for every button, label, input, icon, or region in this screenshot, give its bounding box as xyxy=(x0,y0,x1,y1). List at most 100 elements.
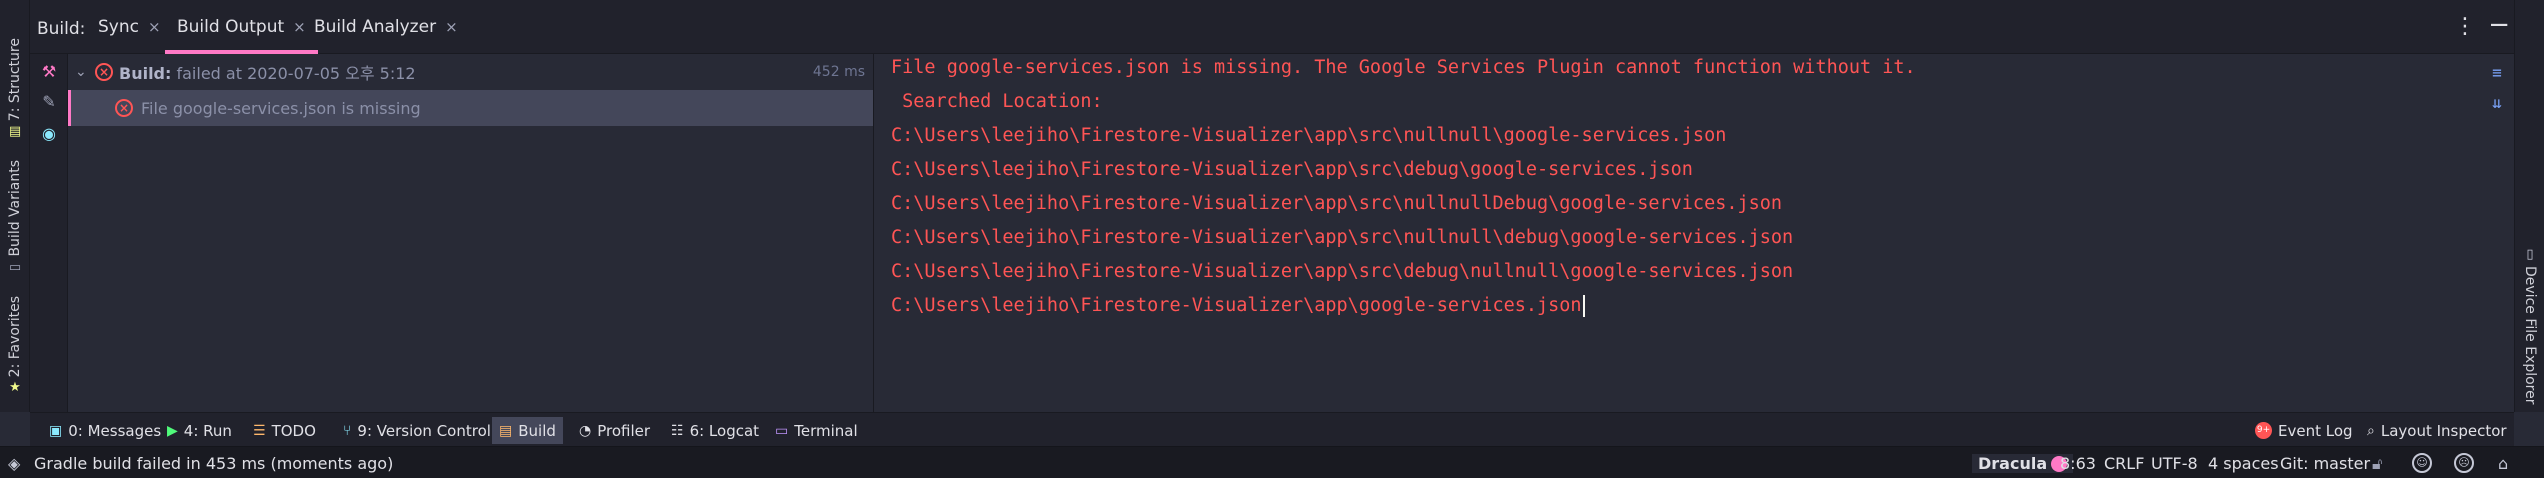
build-tool-window-tabbar: Build: Sync × Build Output × Build Analy… xyxy=(30,0,2514,54)
tab-profiler-label: Profiler xyxy=(597,421,651,440)
build-tree: ⌄ × Build: failed at 2020-07-05 오후 5:12 … xyxy=(68,54,874,412)
build-icon: ▤ xyxy=(499,422,513,439)
text-cursor xyxy=(1582,295,1585,317)
tab-terminal[interactable]: ▭ Terminal xyxy=(768,417,865,444)
soft-wrap-icon[interactable]: ≡ xyxy=(2488,64,2506,82)
structure-tool-tab[interactable]: 7: Structure ▤ xyxy=(4,38,26,143)
tab-terminal-label: Terminal xyxy=(794,421,858,440)
favorites-tab-label: 2: Favorites xyxy=(7,296,23,378)
tab-build-output-label: Build Output xyxy=(177,17,285,37)
pin-icon[interactable]: ✎ xyxy=(39,92,59,112)
tab-sync[interactable]: Sync × xyxy=(98,0,161,54)
console-line: C:\Users\leejiho\Firestore-Visualizer\ap… xyxy=(891,159,1693,180)
tab-messages-label: 0: Messages xyxy=(68,421,162,440)
structure-tab-label: 7: Structure xyxy=(7,38,23,122)
tab-build[interactable]: ▤ Build xyxy=(492,417,563,444)
tab-build-analyzer-label: Build Analyzer xyxy=(314,17,437,37)
tab-todo[interactable]: ☰ TODO xyxy=(246,417,323,444)
console-line: C:\Users\leejiho\Firestore-Visualizer\ap… xyxy=(891,193,1783,214)
console-line: C:\Users\leejiho\Firestore-Visualizer\ap… xyxy=(891,261,1794,282)
terminal-icon: ▭ xyxy=(775,422,789,439)
version-control-icon: ⑂ xyxy=(343,422,352,439)
favorites-tool-tab[interactable]: 2: Favorites ★ xyxy=(4,296,26,399)
device-file-explorer-label: Device File Explorer xyxy=(2522,266,2538,405)
layout-inspector-label: Layout Inspector xyxy=(2380,421,2507,440)
tab-version-control-label: 9: Version Control xyxy=(357,421,491,440)
structure-icon: ▤ xyxy=(8,124,22,140)
tab-build-output[interactable]: Build Output × xyxy=(165,0,318,54)
tab-profiler[interactable]: ◔ Profiler xyxy=(572,417,657,444)
build-variants-icon: ▭ xyxy=(8,259,22,275)
eye-icon[interactable]: ◉ xyxy=(39,124,59,144)
theme-indicator[interactable]: Dracula xyxy=(1972,454,2074,473)
event-log-button[interactable]: 9+ Event Log xyxy=(2248,417,2360,444)
console-line: C:\Users\leejiho\Firestore-Visualizer\ap… xyxy=(891,125,1727,146)
event-log-badge: 9+ xyxy=(2255,422,2272,439)
bottom-tool-tabs: ▣ 0: Messages ▶ 4: Run ☰ TODO ⑂ 9: Versi… xyxy=(30,412,2514,446)
left-tool-strip: 7: Structure ▤ Build Variants ▭ 2: Favor… xyxy=(0,0,30,412)
error-icon: × xyxy=(115,99,133,117)
tab-version-control[interactable]: ⑂ 9: Version Control xyxy=(336,417,498,444)
event-log-label: Event Log xyxy=(2278,421,2353,440)
tab-build-label: Build xyxy=(518,421,556,440)
chevron-down-icon[interactable]: ⌄ xyxy=(75,64,89,80)
close-icon[interactable]: × xyxy=(445,18,458,36)
console-line: Searched Location: xyxy=(891,91,1103,112)
memory-indicator-icon[interactable]: ⌂ xyxy=(2498,454,2508,473)
layout-inspector-icon: ⌕ xyxy=(2367,422,2375,439)
layout-inspector-button[interactable]: ⌕ Layout Inspector xyxy=(2360,417,2514,444)
happy-face-icon[interactable]: ☺ xyxy=(2412,453,2432,473)
logcat-icon: ☷ xyxy=(671,422,684,439)
indent-setting[interactable]: 4 spaces xyxy=(2208,454,2279,473)
error-icon: × xyxy=(95,63,113,81)
run-icon: ▶ xyxy=(167,422,178,439)
tree-row-build[interactable]: ⌄ × Build: failed at 2020-07-05 오후 5:12 … xyxy=(68,54,873,90)
close-icon[interactable]: × xyxy=(148,18,161,36)
status-message[interactable]: Gradle build failed in 453 ms (moments a… xyxy=(34,454,393,473)
tab-build-analyzer[interactable]: Build Analyzer × xyxy=(314,0,458,54)
build-root-title: Build: xyxy=(119,64,172,83)
tree-row-missing-file[interactable]: × File google-services.json is missing xyxy=(68,90,873,126)
star-icon: ★ xyxy=(9,380,21,396)
tabbar-prefix: Build: xyxy=(37,19,86,39)
tab-sync-label: Sync xyxy=(98,17,139,37)
tab-logcat-label: 6: Logcat xyxy=(689,421,760,440)
device-icon: ▯ xyxy=(2526,247,2534,262)
sad-face-icon[interactable]: ☹ xyxy=(2454,453,2474,473)
git-branch[interactable]: Git: master xyxy=(2280,454,2370,473)
console-line: C:\Users\leejiho\Firestore-Visualizer\ap… xyxy=(891,227,1794,248)
missing-file-label: File google-services.json is missing xyxy=(141,98,421,118)
close-icon[interactable]: × xyxy=(293,18,306,36)
right-tool-strip: ▯ Device File Explorer xyxy=(2514,0,2544,412)
build-duration: 452 ms xyxy=(812,64,865,80)
tab-messages[interactable]: ▣ 0: Messages xyxy=(42,417,168,444)
tab-todo-label: TODO xyxy=(271,421,316,440)
caret-position[interactable]: 8:63 xyxy=(2060,454,2096,473)
device-file-explorer-tool-tab[interactable]: ▯ Device File Explorer xyxy=(2519,244,2541,405)
lock-icon[interactable]: 🔓︎ xyxy=(2372,454,2382,474)
line-separator[interactable]: CRLF xyxy=(2104,454,2144,473)
theme-name: Dracula xyxy=(1978,454,2048,473)
console-line: C:\Users\leejiho\Firestore-Visualizer\ap… xyxy=(891,295,1582,316)
todo-icon: ☰ xyxy=(253,422,266,439)
console-line: File google-services.json is missing. Th… xyxy=(891,57,1916,78)
hammer-icon[interactable]: ⚒ xyxy=(39,62,59,82)
build-toolbar: ⚒ ✎ ◉ xyxy=(30,54,68,412)
build-variants-tab-label: Build Variants xyxy=(7,160,23,257)
console-line-last: C:\Users\leejiho\Firestore-Visualizer\ap… xyxy=(891,295,1585,317)
layers-icon[interactable]: ◈ xyxy=(8,454,20,473)
build-variants-tool-tab[interactable]: Build Variants ▭ xyxy=(4,160,26,279)
messages-icon: ▣ xyxy=(49,422,63,439)
profiler-icon: ◔ xyxy=(579,422,592,439)
tab-logcat[interactable]: ☷ 6: Logcat xyxy=(664,417,766,444)
build-console-output[interactable]: File google-services.json is missing. Th… xyxy=(875,54,2514,412)
file-encoding[interactable]: UTF-8 xyxy=(2151,454,2198,473)
build-root-label: Build: failed at 2020-07-05 오후 5:12 xyxy=(119,60,416,84)
tab-run-label: 4: Run xyxy=(183,421,232,440)
build-root-status: failed at 2020-07-05 오후 5:12 xyxy=(171,64,416,83)
status-bar: ◈ Gradle build failed in 453 ms (moments… xyxy=(0,446,2544,478)
minimize-icon[interactable]: − xyxy=(2488,10,2510,40)
tab-run[interactable]: ▶ 4: Run xyxy=(160,417,239,444)
more-options-icon[interactable]: ⋮ xyxy=(2454,14,2476,39)
scroll-to-end-icon[interactable]: ⇊ xyxy=(2488,94,2506,112)
